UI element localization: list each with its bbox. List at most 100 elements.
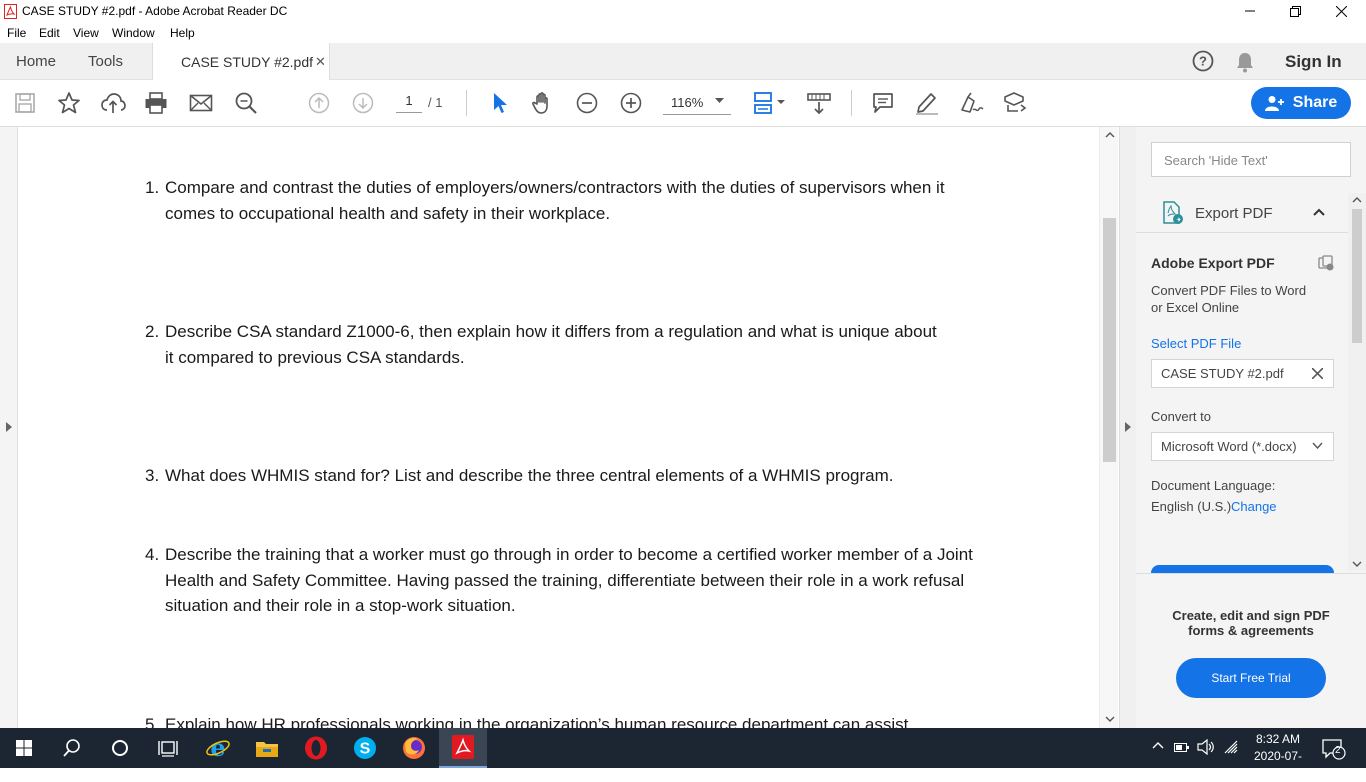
question-text: Explain how HR professionals working in … (165, 715, 909, 728)
page-total: / 1 (428, 95, 443, 110)
select-cursor-icon[interactable] (487, 90, 513, 116)
panel-scrollbar-thumb[interactable] (1352, 209, 1362, 343)
minimize-button[interactable] (1227, 0, 1273, 22)
hand-tool-icon[interactable] (530, 90, 556, 116)
export-pdf-header[interactable]: Export PDF (1136, 195, 1349, 233)
adobe-export-title: Adobe Export PDF (1151, 255, 1275, 271)
previous-page-icon[interactable] (306, 90, 332, 116)
bookmark-star-icon[interactable] (56, 90, 82, 116)
fill-sign-icon[interactable] (958, 90, 984, 116)
help-icon[interactable]: ? (1192, 50, 1214, 72)
scroll-down-arrow-icon[interactable] (1105, 716, 1115, 722)
toolbar-divider (851, 90, 852, 116)
document-tab-label: CASE STUDY #2.pdf (181, 54, 314, 70)
select-pdf-file-link[interactable]: Select PDF File (1151, 336, 1241, 351)
chevron-down-icon (715, 98, 724, 104)
find-zoom-icon[interactable] (233, 90, 259, 116)
acrobat-app-icon (4, 4, 17, 19)
export-info-icon[interactable] (1318, 255, 1334, 271)
question-text: Describe CSA standard Z1000-6, then expl… (165, 322, 937, 367)
volume-icon[interactable] (1197, 739, 1215, 755)
window-title: CASE STUDY #2.pdf - Adobe Acrobat Reader… (22, 4, 288, 18)
start-free-trial-button[interactable]: Start Free Trial (1176, 658, 1326, 698)
chevron-up-icon[interactable] (1313, 208, 1325, 216)
menu-help[interactable]: Help (170, 26, 195, 40)
document-view[interactable]: 1. Compare and contrast the duties of em… (0, 127, 1119, 728)
tab-home[interactable]: Home (16, 53, 56, 70)
close-window-button[interactable] (1318, 0, 1364, 22)
close-tab-icon[interactable]: ✕ (315, 54, 326, 70)
menu-view[interactable]: View (73, 26, 99, 40)
page-display-icon[interactable] (752, 90, 788, 116)
restore-button[interactable] (1272, 0, 1318, 22)
firefox-icon[interactable] (390, 728, 438, 768)
collapse-right-panel-icon[interactable] (1125, 422, 1131, 432)
zoom-level-select[interactable]: 116% (663, 93, 731, 115)
sign-in-link[interactable]: Sign In (1285, 52, 1342, 72)
email-icon[interactable] (188, 90, 214, 116)
read-mode-icon[interactable] (806, 90, 832, 116)
notifications-bell-icon[interactable] (1235, 51, 1255, 73)
panel-scrollbar[interactable] (1348, 193, 1366, 571)
scroll-down-arrow-icon[interactable] (1352, 561, 1362, 567)
file-explorer-icon[interactable] (243, 728, 291, 768)
page-number-input[interactable]: 1 (396, 93, 422, 113)
selected-file-field[interactable]: CASE STUDY #2.pdf (1151, 359, 1334, 388)
export-pdf-icon (1162, 201, 1184, 225)
share-button[interactable]: Share (1251, 87, 1351, 119)
document-scrollbar[interactable] (1099, 127, 1118, 728)
opera-browser-icon[interactable] (292, 728, 340, 768)
tab-document[interactable]: CASE STUDY #2.pdf ✕ (152, 43, 330, 81)
toolbar-divider (466, 90, 467, 116)
expand-left-panel-icon[interactable] (6, 422, 12, 432)
save-icon[interactable] (12, 90, 38, 116)
left-panel-toggle-strip[interactable] (0, 127, 18, 728)
search-icon[interactable] (48, 728, 96, 768)
menu-file[interactable]: File (7, 26, 26, 40)
next-page-icon[interactable] (350, 90, 376, 116)
acrobat-reader-taskbar-icon[interactable] (439, 728, 487, 768)
convert-format-select[interactable]: Microsoft Word (*.docx) (1151, 432, 1334, 461)
scroll-up-arrow-icon[interactable] (1352, 197, 1362, 203)
menu-window[interactable]: Window (112, 26, 155, 40)
comment-icon[interactable] (870, 90, 896, 116)
cortana-icon[interactable] (96, 728, 144, 768)
system-clock[interactable]: 8:32 AM 2020-07-23 (1248, 731, 1308, 782)
menu-edit[interactable]: Edit (39, 26, 60, 40)
add-user-icon (1264, 96, 1284, 111)
tab-tools[interactable]: Tools (88, 53, 123, 70)
convert-button-partial[interactable] (1151, 565, 1334, 573)
highlight-pen-icon[interactable] (914, 90, 940, 116)
skype-icon[interactable]: S (341, 728, 389, 768)
show-hidden-icons-icon[interactable] (1152, 741, 1164, 749)
svg-text:?: ? (1199, 54, 1207, 69)
scroll-up-arrow-icon[interactable] (1105, 132, 1115, 138)
more-tools-icon[interactable] (1002, 90, 1028, 116)
scrollbar-thumb[interactable] (1103, 218, 1116, 462)
action-center-icon[interactable]: 2 (1322, 738, 1346, 760)
export-pdf-title: Export PDF (1195, 205, 1273, 222)
battery-icon[interactable] (1174, 741, 1190, 753)
tab-bar: Home Tools CASE STUDY #2.pdf ✕ ? Sign In (0, 43, 1366, 81)
question-number: 2. (145, 322, 160, 341)
question-number: 4. (145, 545, 160, 564)
document-language-value: English (U.S.) (1151, 499, 1232, 514)
task-view-icon[interactable] (144, 728, 192, 768)
taskbar: e S 8:32 AM 2020-07-23 2 (0, 728, 1366, 780)
change-language-link[interactable]: Change (1231, 499, 1277, 514)
upload-cloud-icon[interactable] (100, 90, 126, 116)
clear-file-icon[interactable] (1312, 368, 1323, 379)
notification-count: 2 (1335, 745, 1341, 756)
menu-bar: File Edit View Window Help (0, 22, 1366, 43)
right-panel-toggle-strip[interactable] (1119, 127, 1136, 728)
windows-start-icon[interactable] (0, 728, 48, 768)
list-item: 4. Describe the training that a worker m… (145, 542, 985, 619)
zoom-in-icon[interactable] (618, 90, 644, 116)
internet-explorer-icon[interactable]: e (194, 728, 242, 768)
print-icon[interactable] (143, 90, 169, 116)
wifi-icon[interactable] (1223, 740, 1239, 754)
zoom-out-icon[interactable] (574, 90, 600, 116)
promo-text: Create, edit and sign PDF forms & agreem… (1172, 608, 1330, 638)
list-item: 3. What does WHMIS stand for? List and d… (145, 463, 985, 489)
search-input[interactable]: Search 'Hide Text' (1151, 142, 1351, 177)
